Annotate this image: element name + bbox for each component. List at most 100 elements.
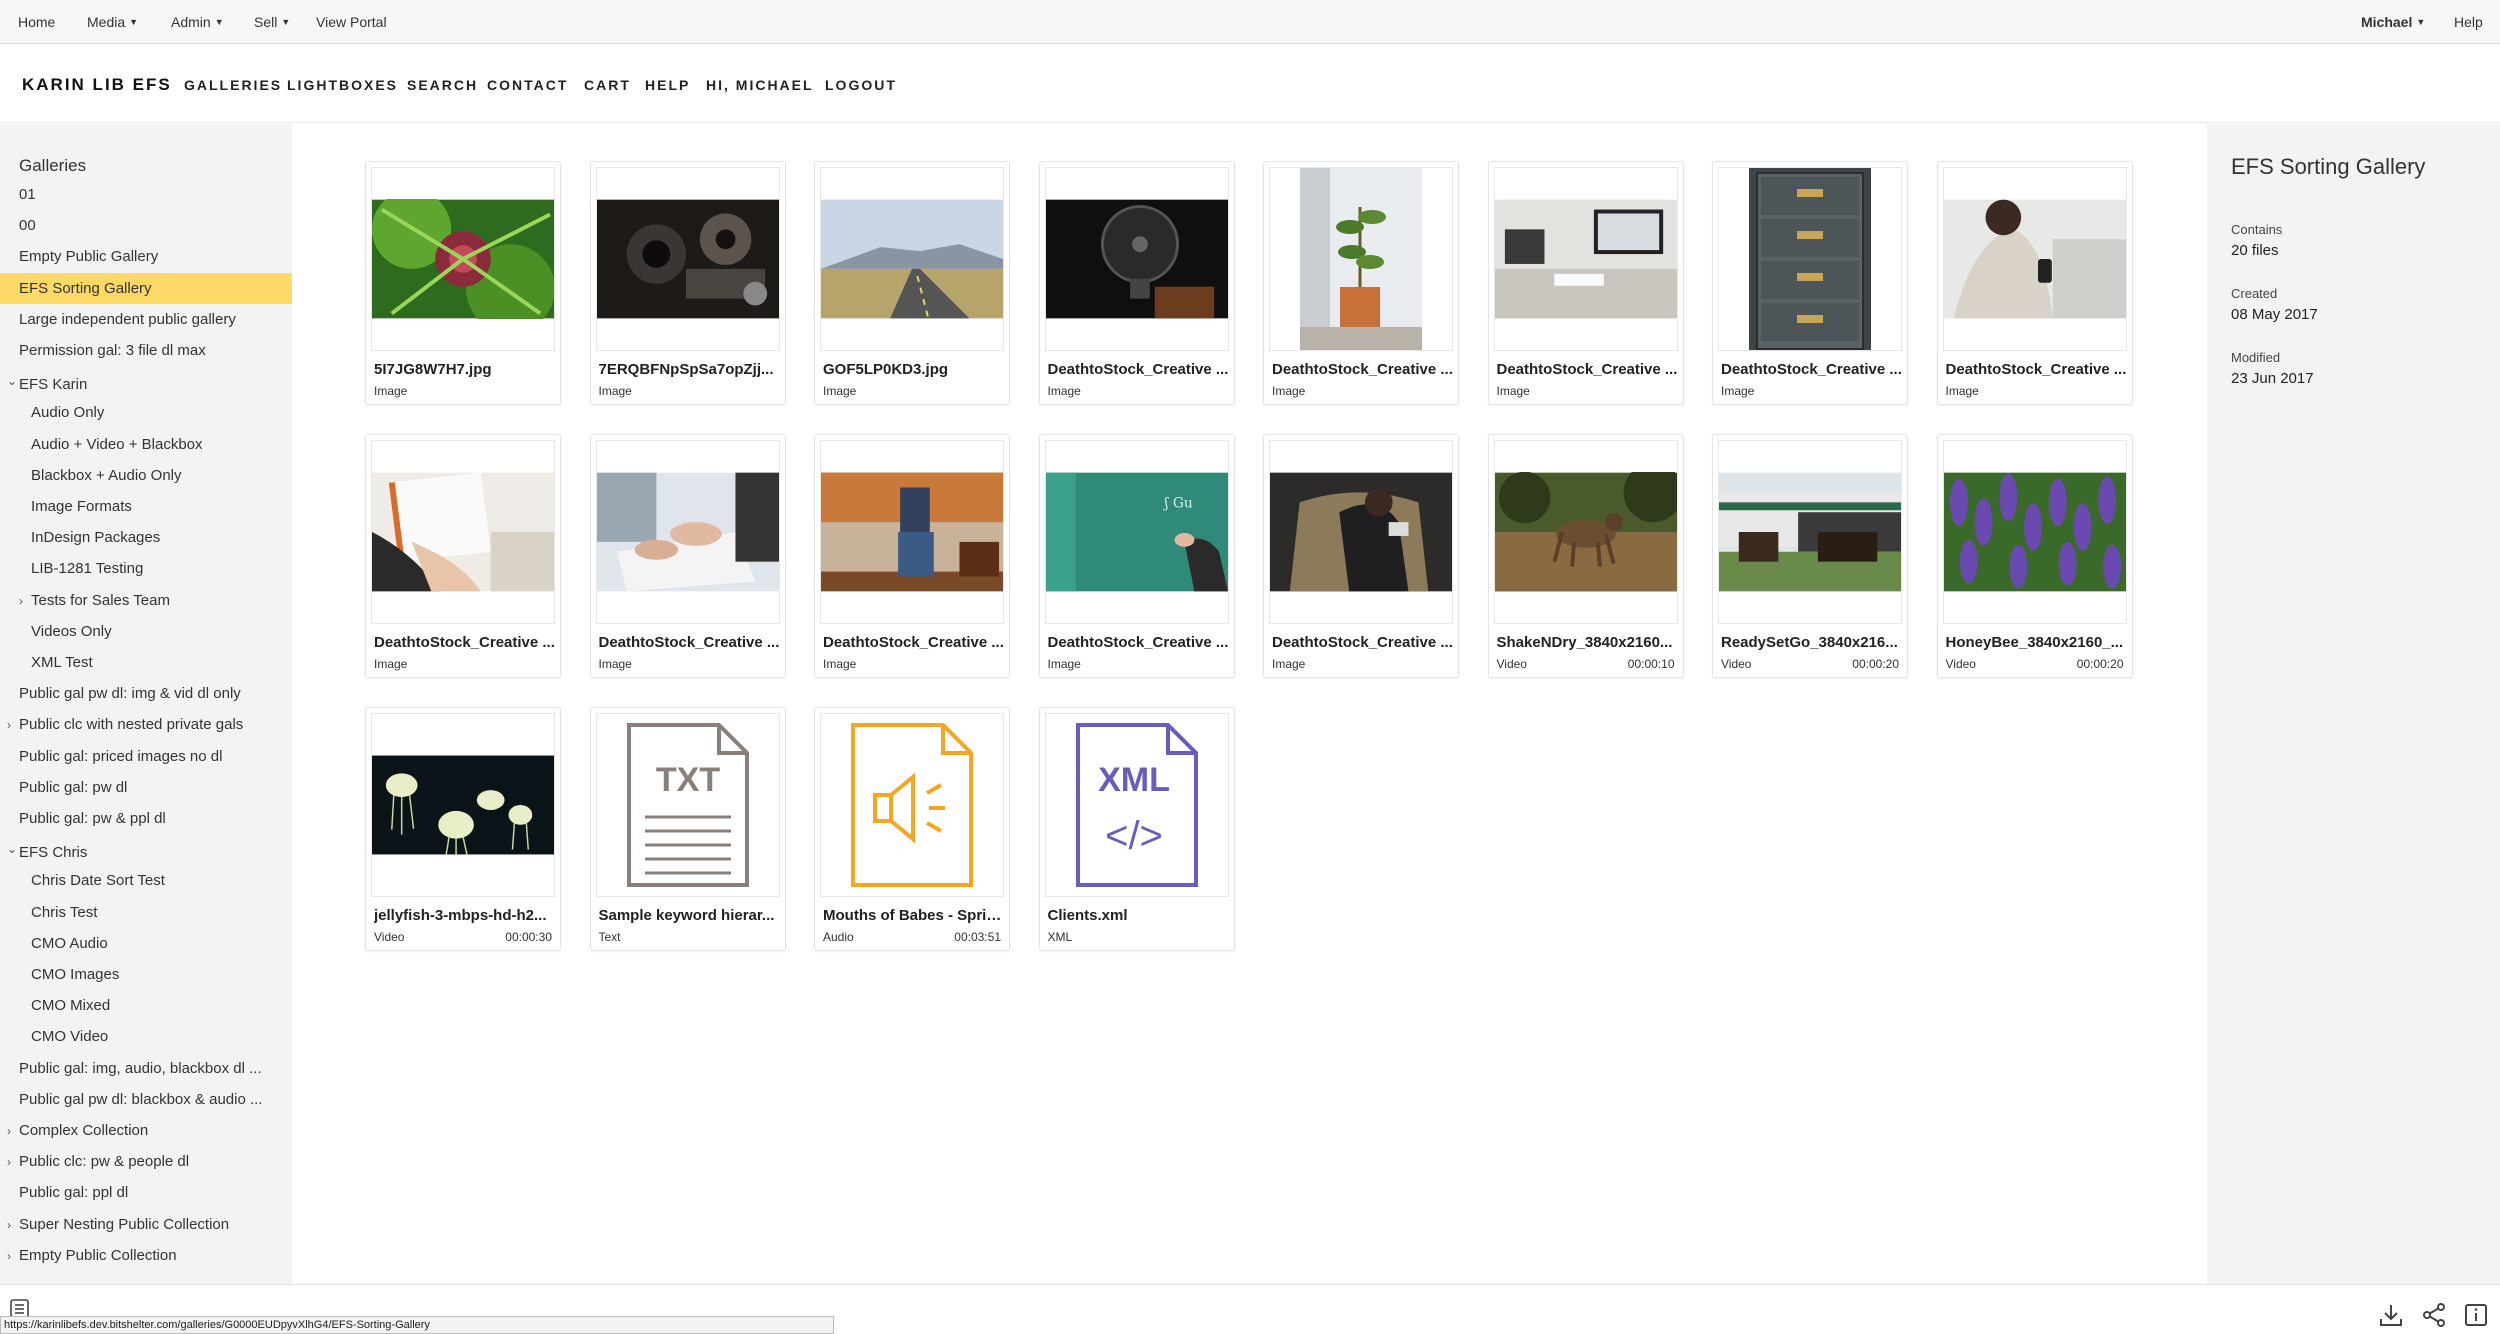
file-thumbnail[interactable] [1044, 167, 1229, 351]
nav-galleries[interactable]: GALLERIES [184, 77, 282, 93]
chevron-down-icon[interactable]: ⌄ [7, 834, 19, 865]
sidebar-item[interactable]: › Super Nesting Public Collection [0, 1209, 292, 1240]
sidebar-item[interactable]: Audio Only [0, 397, 292, 428]
file-thumbnail[interactable] [1942, 167, 2127, 351]
chevron-right-icon[interactable]: › [19, 586, 31, 616]
file-name[interactable]: DeathtoStock_Creative ... [1048, 361, 1230, 378]
file-card[interactable]: DeathtoStock_Creative ... Image [814, 434, 1010, 678]
sidebar-item[interactable]: Blackbox + Audio Only [0, 460, 292, 491]
sidebar-item[interactable]: Public gal: priced images no dl [0, 741, 292, 772]
file-name[interactable]: Clients.xml [1048, 907, 1230, 924]
file-card[interactable]: GOF5LP0KD3.jpg Image [814, 161, 1010, 405]
file-name[interactable]: DeathtoStock_Creative ... [1272, 361, 1454, 378]
sidebar-item[interactable]: CMO Images [0, 959, 292, 990]
file-card[interactable]: jellyfish-3-mbps-hd-h2... Video 00:00:30 [365, 707, 561, 951]
sidebar-item[interactable]: Public gal pw dl: blackbox & audio ... [0, 1084, 292, 1115]
file-card[interactable]: ReadySetGo_3840x216... Video 00:00:20 [1712, 434, 1908, 678]
nav-logout[interactable]: LOGOUT [825, 77, 897, 93]
file-card[interactable]: DeathtoStock_Creative ... Image [589, 434, 786, 678]
file-name[interactable]: DeathtoStock_Creative ... [1721, 361, 1903, 378]
admin-admin-menu[interactable]: Admin ▼ [171, 14, 224, 30]
sidebar-item[interactable]: › Public clc: pw & people dl [0, 1146, 292, 1177]
file-card[interactable]: DeathtoStock_Creative ... Image [1712, 161, 1908, 405]
file-name[interactable]: HoneyBee_3840x2160_... [1946, 634, 2128, 651]
admin-help-link[interactable]: Help [2454, 14, 2483, 30]
file-thumbnail[interactable] [820, 167, 1004, 351]
file-thumbnail[interactable] [820, 440, 1004, 624]
sidebar-item[interactable]: Public gal: img, audio, blackbox dl ... [0, 1053, 292, 1084]
file-card[interactable]: ʃ Gu DeathtoStock_Creative ... Image [1038, 434, 1235, 678]
file-name[interactable]: DeathtoStock_Creative ... [599, 634, 781, 651]
chevron-right-icon[interactable]: › [7, 1147, 19, 1177]
sidebar-item[interactable]: CMO Mixed [0, 990, 292, 1021]
file-name[interactable]: Mouths of Babes - Sprin... [823, 907, 1005, 924]
file-thumbnail[interactable] [371, 713, 555, 897]
file-name[interactable]: 5I7JG8W7H7.jpg [374, 361, 556, 378]
chevron-right-icon[interactable]: › [7, 710, 19, 740]
file-card[interactable]: DeathtoStock_Creative ... Image [1487, 161, 1684, 405]
sidebar-item[interactable]: 01 [0, 179, 292, 210]
file-card[interactable]: HoneyBee_3840x2160_... Video 00:00:20 [1936, 434, 2133, 678]
sidebar-item[interactable]: XML Test [0, 647, 292, 678]
file-thumbnail[interactable]: ʃ Gu [1044, 440, 1229, 624]
sidebar-item[interactable]: CMO Audio [0, 928, 292, 959]
file-card[interactable]: DeathtoStock_Creative ... Image [1936, 161, 2133, 405]
info-icon[interactable] [2463, 1302, 2489, 1328]
sidebar-item[interactable]: ⌄ EFS Chris [0, 834, 292, 865]
file-card[interactable]: DeathtoStock_Creative ... Image [365, 434, 561, 678]
admin-media-menu[interactable]: Media ▼ [87, 14, 138, 30]
file-thumbnail[interactable] [1269, 167, 1453, 351]
sidebar-item[interactable]: 00 [0, 210, 292, 241]
file-name[interactable]: DeathtoStock_Creative ... [1048, 634, 1230, 651]
file-thumbnail[interactable] [1269, 440, 1453, 624]
file-name[interactable]: DeathtoStock_Creative ... [823, 634, 1005, 651]
file-thumbnail[interactable] [1718, 167, 1902, 351]
sidebar-item[interactable]: Videos Only [0, 616, 292, 647]
file-thumbnail[interactable] [595, 440, 780, 624]
nav-cart[interactable]: CART [584, 77, 631, 93]
sidebar-item[interactable]: EFS Sorting Gallery [0, 272, 292, 304]
admin-user-menu[interactable]: Michael ▼ [2361, 14, 2425, 30]
file-card[interactable]: DeathtoStock_Creative ... Image [1263, 161, 1459, 405]
nav-help[interactable]: HELP [645, 77, 690, 93]
chevron-down-icon[interactable]: ⌄ [7, 366, 19, 397]
file-thumbnail[interactable] [1718, 440, 1902, 624]
file-name[interactable]: DeathtoStock_Creative ... [1946, 361, 2128, 378]
share-icon[interactable] [2421, 1302, 2447, 1328]
sidebar-item[interactable]: LIB-1281 Testing [0, 553, 292, 584]
chevron-right-icon[interactable]: › [7, 1116, 19, 1146]
sidebar-item[interactable]: › Public clc with nested private gals [0, 709, 292, 740]
sidebar-item[interactable]: Chris Date Sort Test [0, 865, 292, 896]
file-name[interactable]: DeathtoStock_Creative ... [374, 634, 556, 651]
chevron-right-icon[interactable]: › [7, 1241, 19, 1271]
file-name[interactable]: jellyfish-3-mbps-hd-h2... [374, 907, 556, 924]
sidebar-item[interactable]: Permission gal: 3 file dl max [0, 335, 292, 366]
sidebar-item[interactable]: Empty Public Gallery [0, 241, 292, 272]
sidebar-item[interactable]: › Empty Public Collection [0, 1240, 292, 1271]
file-name[interactable]: Sample keyword hierar... [599, 907, 781, 924]
sidebar-item[interactable]: Chris Test [0, 897, 292, 928]
sidebar-item[interactable]: › Tests for Sales Team [0, 585, 292, 616]
file-name[interactable]: ShakeNDry_3840x2160... [1497, 634, 1679, 651]
file-name[interactable]: 7ERQBFNpSpSa7opZjj... [599, 361, 781, 378]
nav-lightboxes[interactable]: LIGHTBOXES [287, 77, 398, 93]
sidebar-item[interactable]: Image Formats [0, 491, 292, 522]
nav-search[interactable]: SEARCH [407, 77, 478, 93]
download-icon[interactable] [2378, 1302, 2404, 1328]
sidebar-item[interactable]: ⌄ EFS Karin [0, 366, 292, 397]
sidebar-item[interactable]: Large independent public gallery [0, 304, 292, 335]
admin-view-portal-link[interactable]: View Portal [316, 14, 387, 30]
sidebar-item[interactable]: Public gal: pw & ppl dl [0, 803, 292, 834]
file-thumbnail[interactable]: XML </> [1044, 713, 1229, 897]
file-card[interactable]: DeathtoStock_Creative ... Image [1038, 161, 1235, 405]
sidebar-item[interactable]: › Complex Collection [0, 1115, 292, 1146]
file-card[interactable]: Mouths of Babes - Sprin... Audio 00:03:51 [814, 707, 1010, 951]
brand-logo[interactable]: KARIN LIB EFS [22, 75, 172, 95]
file-name[interactable]: ReadySetGo_3840x216... [1721, 634, 1903, 651]
chevron-right-icon[interactable]: › [7, 1210, 19, 1240]
file-thumbnail[interactable] [1493, 440, 1678, 624]
sidebar-item[interactable]: CMO Video [0, 1021, 292, 1052]
sidebar-item[interactable]: Public gal: ppl dl [0, 1177, 292, 1208]
sidebar-item[interactable]: InDesign Packages [0, 522, 292, 553]
file-card[interactable]: 5I7JG8W7H7.jpg Image [365, 161, 561, 405]
